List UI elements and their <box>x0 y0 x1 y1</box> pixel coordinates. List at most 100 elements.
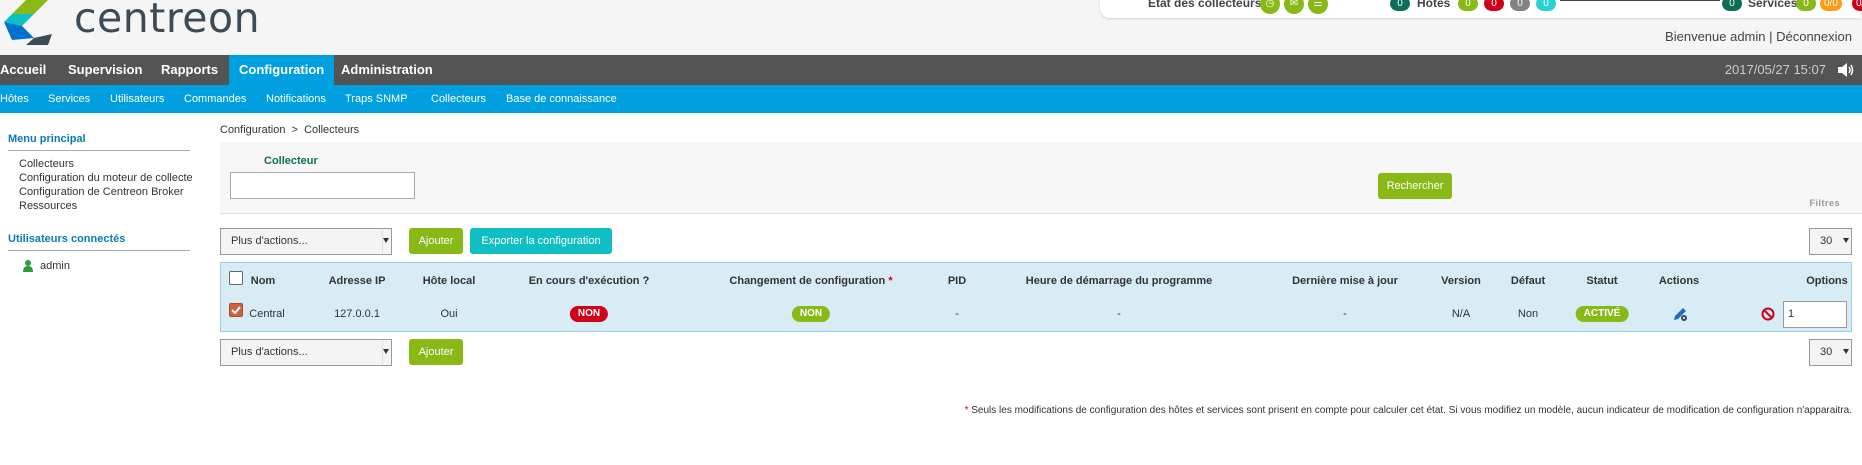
sidebar-item-ressources[interactable]: Ressources <box>19 200 77 212</box>
page-size-value: 30 <box>1820 346 1833 358</box>
cell-last-update: - <box>1343 308 1347 320</box>
col-header-options: Options <box>1806 275 1848 287</box>
hosts-unreachable-count[interactable]: 0 <box>1510 0 1530 11</box>
page-size-value: 30 <box>1820 235 1833 247</box>
edit-icon[interactable] <box>1672 306 1688 322</box>
export-config-button[interactable]: Exporter la configuration <box>470 228 612 254</box>
row-checkbox[interactable] <box>229 303 243 317</box>
col-header-config-change[interactable]: Changement de configuration * <box>729 275 892 287</box>
database-icon[interactable]: ☰ <box>1308 0 1328 14</box>
add-button[interactable]: Ajouter <box>409 228 463 254</box>
centreon-logo-icon <box>4 0 52 45</box>
services-ok-count[interactable]: 0 <box>1796 0 1816 11</box>
col-header-running[interactable]: En cours d'exécution ? <box>529 275 650 287</box>
col-header-version[interactable]: Version <box>1441 275 1481 287</box>
search-button[interactable]: Rechercher <box>1378 173 1452 199</box>
clock-icon[interactable]: ◷ <box>1260 0 1280 14</box>
more-actions-select[interactable]: Plus d'actions... <box>220 228 392 255</box>
subnav-utilisateurs[interactable]: Utilisateurs <box>110 85 164 113</box>
col-header-actions: Actions <box>1658 275 1700 287</box>
sidebar-item-engine-config[interactable]: Configuration du moteur de collecte <box>19 172 193 184</box>
breadcrumb: Configuration > Collecteurs <box>220 124 360 136</box>
services-warning-count[interactable]: 0/0 <box>1820 0 1842 11</box>
more-actions-label: Plus d'actions... <box>231 346 308 358</box>
main-menu-title: Menu principal <box>8 133 86 145</box>
page-size-select-bottom[interactable]: 30 <box>1809 339 1852 366</box>
sidebar-item-collecteurs[interactable]: Collecteurs <box>19 158 74 170</box>
sidebar-divider <box>8 150 190 151</box>
centreon-logo[interactable]: centreon <box>4 0 274 45</box>
cell-localhost: Oui <box>440 308 458 320</box>
page-size-select[interactable]: 30 <box>1809 228 1852 255</box>
check-icon <box>231 306 241 315</box>
sidebar-divider <box>8 250 190 251</box>
connected-users-title: Utilisateurs connectés <box>8 233 126 245</box>
more-actions-select-bottom[interactable]: Plus d'actions... <box>220 339 392 366</box>
subnav-collecteurs[interactable]: Collecteurs <box>431 85 486 113</box>
sub-navigation: Hôtes Services Utilisateurs Commandes No… <box>0 85 1862 113</box>
subnav-services[interactable]: Services <box>48 85 90 113</box>
header: centreon État des collecteurs ◷ ✉ ☰ 0 Hô… <box>0 0 1862 55</box>
pollers-status-label: État des collecteurs <box>1148 0 1262 10</box>
services-critical-count[interactable]: 0/0 <box>1852 0 1862 11</box>
hosts-total-count[interactable]: 0 <box>1390 0 1410 11</box>
connected-user-admin[interactable]: admin <box>40 260 70 272</box>
subnav-hotes[interactable]: Hôtes <box>0 85 29 113</box>
chevron-down-icon <box>1843 238 1849 243</box>
cell-version: N/A <box>1451 308 1471 320</box>
nav-configuration[interactable]: Configuration <box>229 55 335 85</box>
footnote-text: Seuls les modifications de configuration… <box>971 405 1852 416</box>
subnav-traps-snmp[interactable]: Traps SNMP <box>345 85 408 113</box>
current-datetime: 2017/05/27 15:07 <box>1724 62 1826 77</box>
pollers-table: Nom Adresse IP Hôte local En cours d'exé… <box>220 262 1852 332</box>
config-change-star: * <box>888 275 893 287</box>
speaker-icon[interactable] <box>1838 63 1854 77</box>
hosts-down-count[interactable]: 0 <box>1484 0 1504 11</box>
sidebar-item-broker-config[interactable]: Configuration de Centreon Broker <box>19 186 183 198</box>
cell-name[interactable]: Central <box>249 308 284 320</box>
select-all-checkbox[interactable] <box>229 271 243 285</box>
welcome-logout[interactable]: Bienvenue admin | Déconnexion <box>1665 29 1852 44</box>
logo-text: centreon <box>74 0 261 42</box>
cell-pid: - <box>955 308 959 320</box>
col-header-ip[interactable]: Adresse IP <box>329 275 386 287</box>
footnote-star: * <box>964 405 969 416</box>
chevron-down-icon <box>1843 349 1849 354</box>
col-header-name[interactable]: Nom <box>251 275 275 287</box>
duplicate-count-input[interactable]: 1 <box>1783 301 1847 328</box>
hosts-up-count[interactable]: 0 <box>1458 0 1478 11</box>
running-status-badge: NON <box>569 306 609 322</box>
nav-accueil[interactable]: Accueil <box>0 55 56 85</box>
add-button-bottom[interactable]: Ajouter <box>409 339 463 365</box>
cell-start-time: - <box>1117 308 1121 320</box>
poller-search-input[interactable] <box>230 172 415 199</box>
subnav-commandes[interactable]: Commandes <box>184 85 246 113</box>
nav-supervision[interactable]: Supervision <box>58 55 152 85</box>
services-total-count[interactable]: 0 <box>1722 0 1742 11</box>
enabled-status-badge: ACTIVÉ <box>1575 306 1629 322</box>
search-panel <box>220 142 1862 214</box>
config-change-badge: NON <box>791 306 831 322</box>
cell-default: Non <box>1517 308 1539 320</box>
cell-ip: 127.0.0.1 <box>334 308 380 320</box>
chevron-down-icon <box>383 238 389 243</box>
subnav-notifications[interactable]: Notifications <box>266 85 326 113</box>
col-header-start-time[interactable]: Heure de démarrage du programme <box>1026 275 1212 287</box>
col-header-localhost[interactable]: Hôte local <box>423 275 476 287</box>
mail-icon[interactable]: ✉ <box>1284 0 1304 14</box>
chevron-down-icon <box>383 349 389 354</box>
nav-administration[interactable]: Administration <box>331 55 443 85</box>
subnav-base-connaissance[interactable]: Base de connaissance <box>506 85 617 113</box>
hosts-status-label: Hôtes <box>1417 0 1451 10</box>
hosts-pending-count[interactable]: 0 <box>1536 0 1556 11</box>
col-header-default[interactable]: Défaut <box>1511 275 1545 287</box>
user-icon <box>23 260 33 272</box>
disable-icon[interactable] <box>1761 307 1775 321</box>
filters-label[interactable]: Filtres <box>1809 198 1840 208</box>
search-label: Collecteur <box>264 155 318 167</box>
col-header-last-update[interactable]: Dernière mise à jour <box>1292 275 1398 287</box>
col-header-status[interactable]: Statut <box>1586 275 1617 287</box>
nav-rapports[interactable]: Rapports <box>151 55 228 85</box>
status-divider <box>1560 0 1720 1</box>
col-header-pid[interactable]: PID <box>948 275 966 287</box>
